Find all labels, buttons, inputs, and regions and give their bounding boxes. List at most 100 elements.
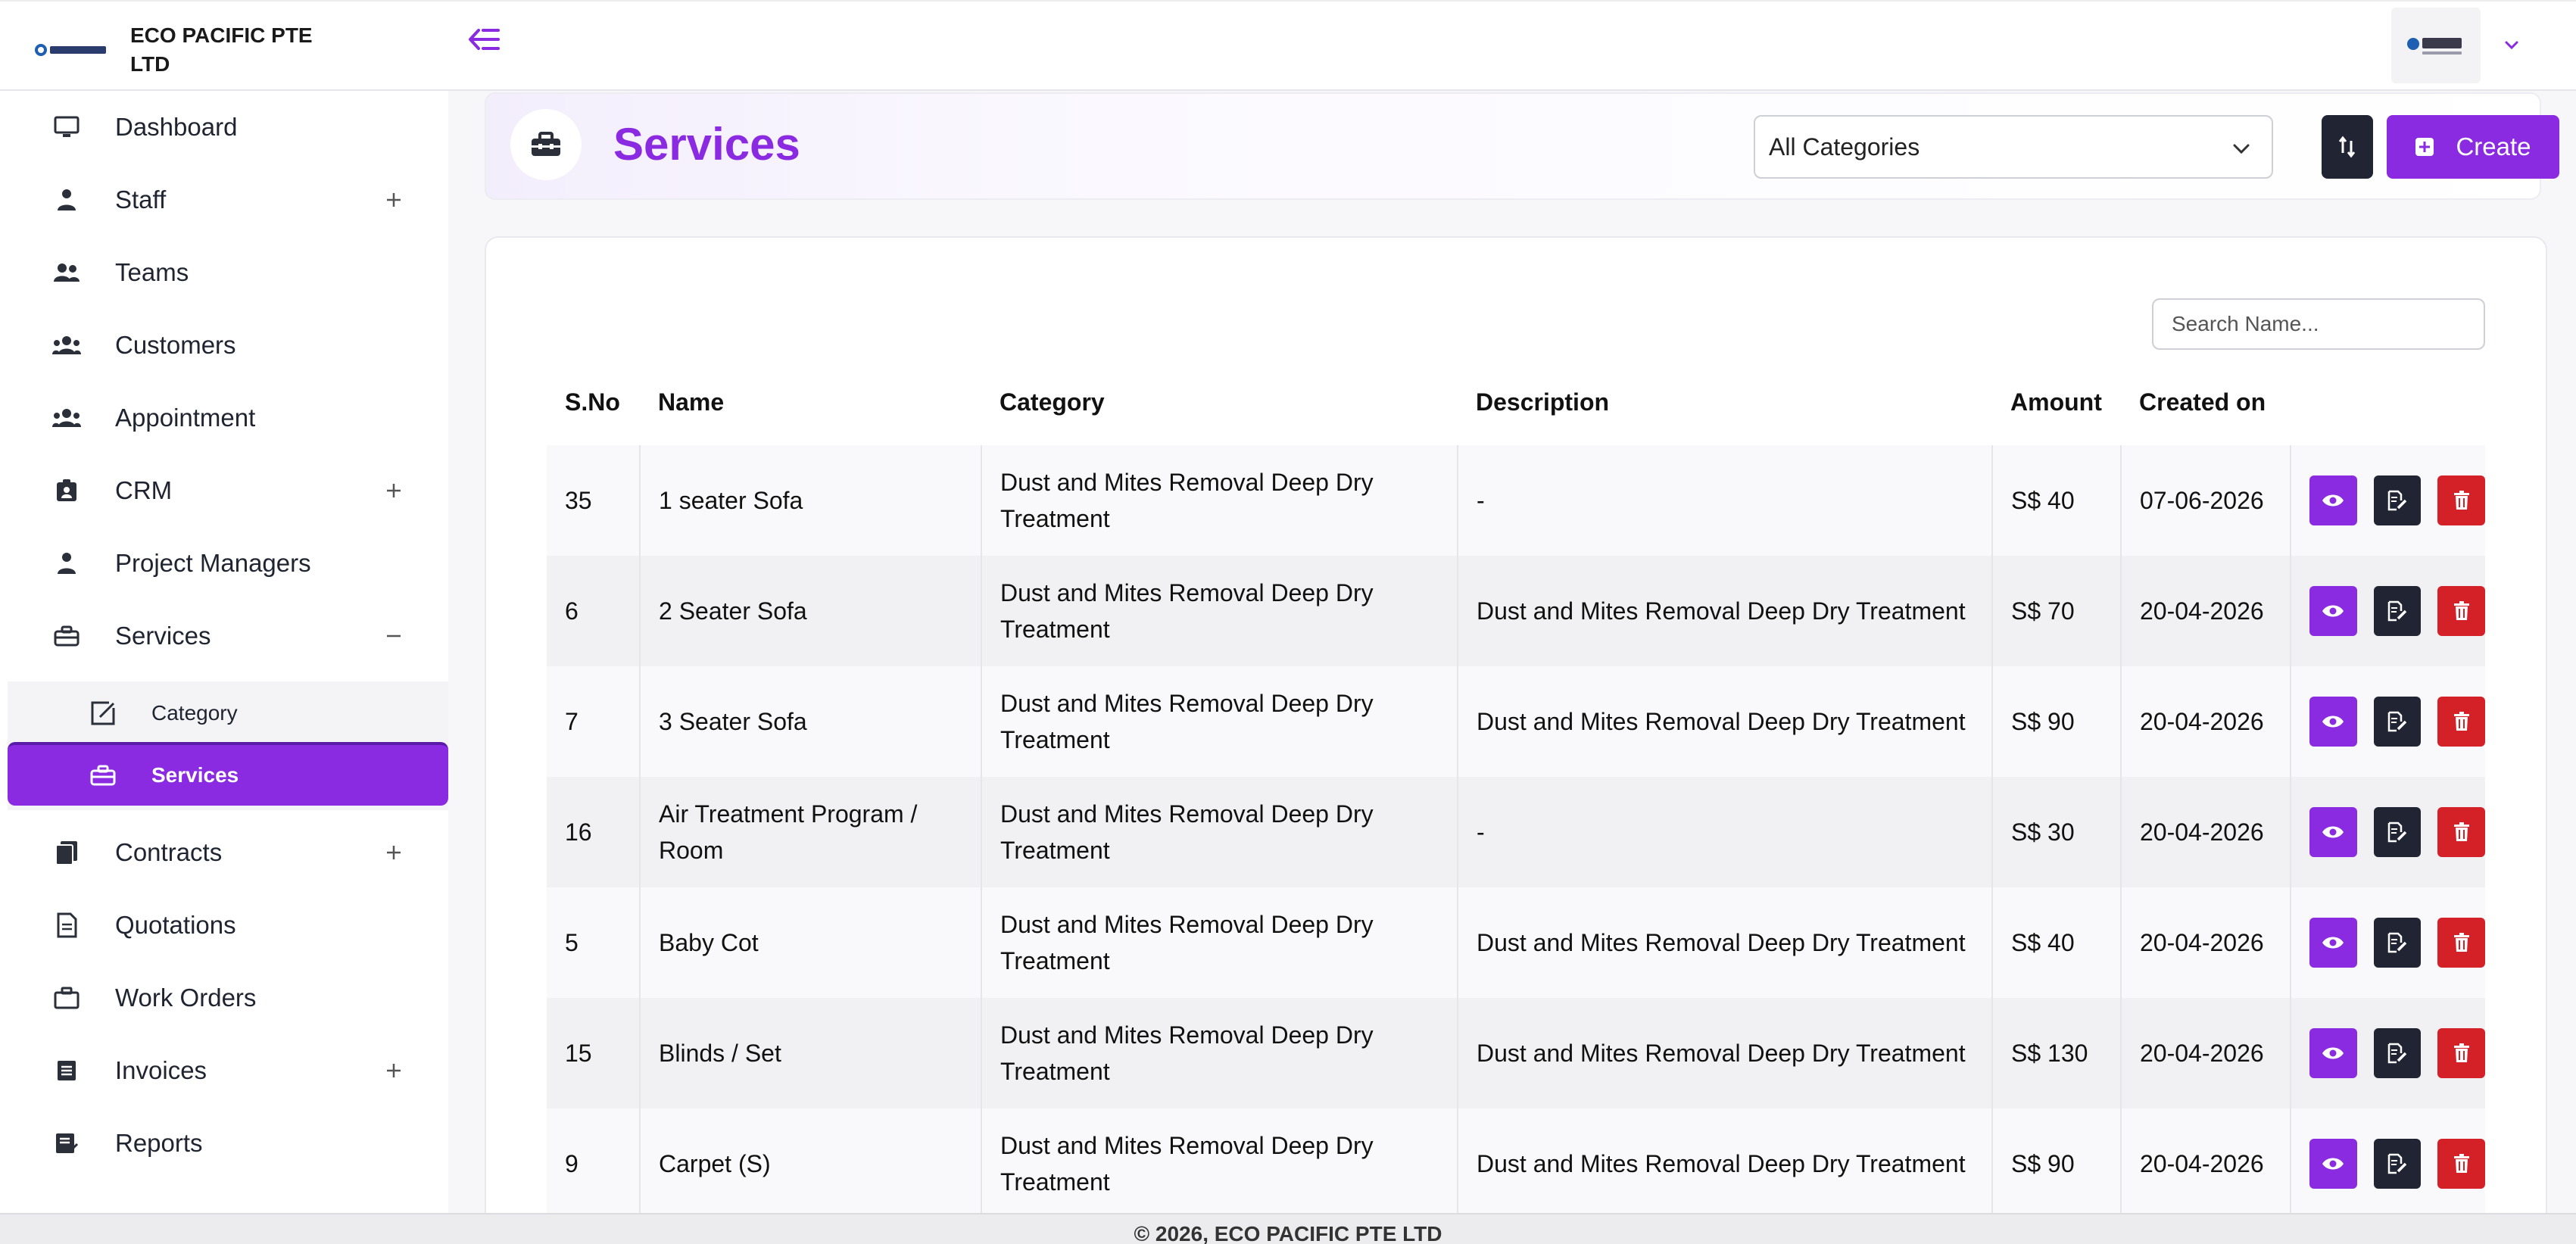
edit-document-icon (2387, 1043, 2407, 1064)
cell-name: 3 Seater Sofa (640, 666, 982, 777)
cell-created-on: 20-04-2026 (2121, 556, 2291, 666)
minus-icon[interactable] (382, 625, 405, 647)
sidebar-item-appointment[interactable]: Appointment (0, 382, 448, 454)
sidebar-item-project-managers[interactable]: Project Managers (0, 527, 448, 600)
chevron-down-icon[interactable] (2502, 36, 2521, 55)
sidebar-subitem-services[interactable]: Services (8, 742, 448, 806)
view-button[interactable] (2309, 586, 2357, 636)
cell-name: Baby Cot (640, 887, 982, 998)
sidebar-item-crm[interactable]: CRM (0, 454, 448, 527)
brand-name: ECO PACIFIC PTE LTD (130, 23, 313, 76)
view-button[interactable] (2309, 475, 2357, 525)
sidebar-item-services[interactable]: Services (0, 600, 448, 672)
edit-button[interactable] (2373, 1139, 2422, 1189)
column-header-description[interactable]: Description (1458, 359, 1992, 445)
plus-square-icon (2415, 138, 2434, 156)
file-icon (51, 910, 82, 940)
cell-description: Dust and Mites Removal Deep Dry Treatmen… (1458, 887, 1993, 998)
cell-amount: S$ 40 (1992, 887, 2122, 998)
edit-button[interactable] (2373, 475, 2422, 525)
sidebar-item-invoices[interactable]: Invoices (0, 1034, 448, 1107)
cell-amount: S$ 90 (1992, 1108, 2122, 1213)
plus-icon[interactable] (382, 841, 405, 864)
cell-created-on: 20-04-2026 (2121, 887, 2291, 998)
sidebar-item-quotations[interactable]: Quotations (0, 889, 448, 962)
sort-button[interactable] (2322, 115, 2373, 179)
sidebar-item-label: Teams (115, 258, 189, 286)
sidebar: Dashboard Staff Teams Customers Appointm… (0, 91, 448, 1213)
sidebar-subitem-category[interactable]: Category (8, 681, 448, 745)
sidebar-item-reports[interactable]: Reports (0, 1107, 448, 1180)
cell-actions (2291, 556, 2486, 666)
cell-name: Blinds / Set (640, 998, 982, 1108)
category-select[interactable]: All Categories (1754, 115, 2273, 179)
sidebar-item-dashboard[interactable]: Dashboard (0, 91, 448, 164)
eye-icon (2322, 716, 2344, 728)
report-icon (51, 1128, 82, 1158)
sidebar-item-staff[interactable]: Staff (0, 164, 448, 236)
cell-created-on: 20-04-2026 (2121, 998, 2291, 1108)
sidebar-item-contracts[interactable]: Contracts (0, 816, 448, 889)
create-button[interactable]: Create (2387, 115, 2559, 179)
cell-actions (2291, 445, 2486, 556)
edit-button[interactable] (2373, 697, 2422, 747)
cell-category: Dust and Mites Removal Deep Dry Treatmen… (981, 777, 1458, 887)
cell-category: Dust and Mites Removal Deep Dry Treatmen… (981, 445, 1458, 556)
search-input[interactable] (2152, 298, 2485, 350)
eye-icon (2322, 494, 2344, 507)
brand[interactable]: ECO PACIFIC PTE LTD (30, 20, 350, 80)
plus-icon[interactable] (382, 479, 405, 502)
trash-icon (2453, 491, 2469, 510)
cell-sno: 35 (547, 445, 641, 556)
user-menu[interactable] (2391, 8, 2523, 83)
cell-name: Air Treatment Program / Room (640, 777, 982, 887)
column-header-name[interactable]: Name (640, 359, 981, 445)
sidebar-item-work-orders[interactable]: Work Orders (0, 962, 448, 1034)
people-icon (51, 257, 82, 288)
table-row: 16 Air Treatment Program / Room Dust and… (547, 777, 2486, 887)
sidebar-item-teams[interactable]: Teams (0, 236, 448, 309)
view-button[interactable] (2309, 807, 2357, 857)
edit-button[interactable] (2373, 918, 2422, 968)
sidebar-collapse-button[interactable] (463, 18, 506, 61)
delete-button[interactable] (2437, 918, 2486, 968)
cell-created-on: 20-04-2026 (2121, 666, 2291, 777)
column-header-category[interactable]: Category (981, 359, 1458, 445)
view-button[interactable] (2309, 697, 2357, 747)
list-icon (51, 1055, 82, 1086)
delete-button[interactable] (2437, 475, 2486, 525)
column-header-created-on[interactable]: Created on (2121, 359, 2291, 445)
delete-button[interactable] (2437, 697, 2486, 747)
cell-category: Dust and Mites Removal Deep Dry Treatmen… (981, 998, 1458, 1108)
sidebar-item-label: Customers (115, 331, 236, 359)
top-header: ECO PACIFIC PTE LTD (0, 0, 2576, 91)
edit-button[interactable] (2373, 807, 2422, 857)
group-icon (51, 330, 82, 360)
trash-icon (2453, 822, 2469, 841)
edit-square-icon (88, 698, 118, 728)
table-body: 35 1 seater Sofa Dust and Mites Removal … (547, 445, 2486, 1213)
view-button[interactable] (2309, 1139, 2357, 1189)
view-button[interactable] (2309, 1028, 2357, 1078)
page-title: Services (613, 119, 800, 170)
sidebar-item-customers[interactable]: Customers (0, 309, 448, 382)
view-button[interactable] (2309, 918, 2357, 968)
column-header-sno[interactable]: S.No (547, 359, 640, 445)
edit-button[interactable] (2373, 586, 2422, 636)
column-header-amount[interactable]: Amount (1992, 359, 2121, 445)
cell-actions (2291, 998, 2486, 1108)
cell-created-on: 20-04-2026 (2121, 777, 2291, 887)
cell-created-on: 20-04-2026 (2121, 1108, 2291, 1213)
cell-created-on: 07-06-2026 (2121, 445, 2291, 556)
plus-icon[interactable] (382, 189, 405, 211)
cell-actions (2291, 777, 2486, 887)
avatar[interactable] (2391, 8, 2481, 83)
delete-button[interactable] (2437, 586, 2486, 636)
plus-icon[interactable] (382, 1059, 405, 1082)
delete-button[interactable] (2437, 1028, 2486, 1078)
delete-button[interactable] (2437, 1139, 2486, 1189)
table-row: 7 3 Seater Sofa Dust and Mites Removal D… (547, 666, 2486, 777)
delete-button[interactable] (2437, 807, 2486, 857)
edit-document-icon (2387, 600, 2407, 622)
edit-button[interactable] (2373, 1028, 2422, 1078)
